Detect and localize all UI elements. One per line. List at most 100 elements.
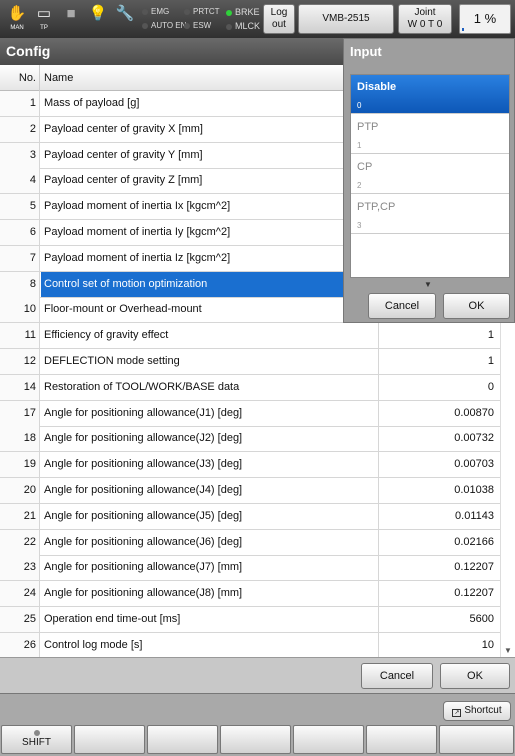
- row-name: Payload moment of inertia Iz [kgcm^2]: [44, 251, 231, 264]
- option-item[interactable]: Disable 0: [351, 75, 509, 114]
- row-number: 18: [0, 426, 40, 452]
- row-name: Payload center of gravity Y [mm]: [44, 148, 203, 161]
- column-header-no: No.: [0, 65, 40, 91]
- row-number: 4: [0, 168, 40, 194]
- popup-cancel-button[interactable]: Cancel: [368, 293, 436, 319]
- row-number: 3: [0, 142, 40, 168]
- table-row[interactable]: 11 Efficiency of gravity effect 1: [0, 323, 500, 350]
- brke-indicator: BRKE: [226, 6, 260, 18]
- cancel-button[interactable]: Cancel: [361, 663, 433, 689]
- option-value: 1: [357, 141, 362, 150]
- row-number: 1: [0, 91, 40, 116]
- row-name: Payload moment of inertia Iy [kgcm^2]: [44, 226, 231, 238]
- option-value: 2: [357, 181, 362, 190]
- row-name: Angle for positioning allowance(J8) [mm]: [44, 587, 243, 600]
- table-row[interactable]: 24 Angle for positioning allowance(J8) [m…: [0, 581, 500, 608]
- table-row[interactable]: 22 Angle for positioning allowance(J6) [d…: [0, 529, 500, 556]
- shift-key[interactable]: SHIFT: [1, 725, 72, 754]
- table-row[interactable]: 14 Restoration of TOOL/WORK/BASE data 0: [0, 374, 500, 401]
- option-item[interactable]: PTP 1: [351, 115, 509, 154]
- speed-percent-text: 1 %: [473, 11, 497, 26]
- function-key-2[interactable]: [147, 725, 218, 754]
- shift-led-icon: [33, 730, 40, 736]
- row-value[interactable]: 5600: [378, 607, 500, 632]
- dialog-button-panel: Cancel OK: [0, 657, 515, 693]
- table-row[interactable]: 20 Angle for positioning allowance(J4) [d…: [0, 478, 500, 504]
- row-name: Floor-mount or Overhead-mount: [44, 303, 202, 316]
- row-number: 23: [0, 555, 40, 581]
- row-number: 2: [0, 116, 40, 142]
- row-name: Operation end time-out [ms]: [44, 613, 181, 625]
- table-row[interactable]: 26 Control log mode [s] 10: [0, 632, 500, 657]
- row-number: 10: [0, 297, 40, 323]
- option-item[interactable]: CP 2: [351, 155, 509, 194]
- scroll-down-arrow-icon[interactable]: ▼: [504, 646, 512, 655]
- row-value[interactable]: 0.00703: [378, 452, 500, 478]
- row-value[interactable]: 1: [378, 349, 500, 374]
- table-row[interactable]: 12 DEFLECTION mode setting 1: [0, 349, 500, 375]
- option-item[interactable]: PTP,CP 3: [351, 195, 509, 234]
- table-row[interactable]: 17 Angle for positioning allowance(J1) [d…: [0, 400, 500, 427]
- manual-mode-hand-icon[interactable]: ✋ MAN: [4, 4, 30, 34]
- row-number: 21: [0, 503, 40, 529]
- speed-override-display[interactable]: 1 %: [459, 4, 511, 34]
- row-name: Angle for positioning allowance(J4) [deg…: [44, 484, 243, 496]
- ok-button[interactable]: OK: [440, 663, 510, 689]
- lightbulb-icon[interactable]: 💡: [85, 4, 111, 34]
- row-name: Angle for positioning allowance(J5) [deg…: [44, 509, 243, 522]
- table-row[interactable]: 21 Angle for positioning allowance(J5) [d…: [0, 503, 500, 530]
- row-number: 12: [0, 349, 40, 374]
- option-label: Disable: [357, 81, 397, 93]
- stop-square-icon[interactable]: ■: [58, 4, 84, 34]
- row-name: DEFLECTION mode setting: [44, 355, 180, 367]
- row-value[interactable]: 0.12207: [378, 581, 500, 607]
- logout-button[interactable]: Log out: [263, 4, 295, 34]
- function-key-4[interactable]: [293, 725, 364, 754]
- function-key-6[interactable]: [439, 725, 514, 754]
- wrench-icon[interactable]: 🔧: [112, 4, 138, 34]
- row-name: Restoration of TOOL/WORK/BASE data: [44, 380, 240, 393]
- row-value[interactable]: 0.00870: [378, 400, 500, 426]
- row-value[interactable]: 0: [378, 374, 500, 400]
- row-value[interactable]: 0.01143: [378, 503, 500, 529]
- row-name: Angle for positioning allowance(J7) [mm]: [44, 561, 243, 574]
- row-value[interactable]: 10: [378, 632, 500, 657]
- input-popup: Input Disable 0 PTP 1 CP 2 PTP,CP 3 ▼ Cancel OK: [343, 38, 515, 323]
- row-value[interactable]: 0.02166: [378, 529, 500, 555]
- list-scroll-down-icon[interactable]: ▼: [424, 280, 432, 289]
- row-number: 24: [0, 581, 40, 607]
- row-number: 5: [0, 194, 40, 220]
- joint-coordinate-button[interactable]: Joint W 0 T 0: [398, 4, 452, 34]
- teach-pendant-icon[interactable]: ▭ TP: [31, 4, 57, 34]
- row-value[interactable]: 0.00732: [378, 426, 500, 452]
- row-number: 17: [0, 400, 40, 426]
- function-key-1[interactable]: [74, 725, 145, 754]
- row-name: Angle for positioning allowance(J3) [deg…: [44, 458, 243, 471]
- table-row[interactable]: 25 Operation end time-out [ms] 5600: [0, 607, 500, 633]
- speed-level-bar: [462, 28, 464, 31]
- table-row[interactable]: 19 Angle for positioning allowance(J3) [d…: [0, 452, 500, 479]
- popup-ok-button[interactable]: OK: [443, 293, 510, 319]
- tp-label: TP: [40, 25, 48, 31]
- function-key-5[interactable]: [366, 725, 437, 754]
- row-value[interactable]: 0.01038: [378, 478, 500, 503]
- option-value: 3: [357, 221, 362, 230]
- row-name: Angle for positioning allowance(J2) [deg…: [44, 432, 243, 445]
- table-row[interactable]: 18 Angle for positioning allowance(J2) [d…: [0, 426, 500, 453]
- option-list: Disable 0 PTP 1 CP 2 PTP,CP 3: [350, 74, 510, 278]
- emg-indicator: EMG: [142, 6, 169, 18]
- prtct-indicator: PRTCT: [184, 6, 220, 18]
- top-status-bar: ✋ MAN ▭ TP ■ 💡 🔧 EMG AUTO EN PRTCT ESW BRK…: [0, 0, 515, 38]
- function-key-3[interactable]: [220, 725, 291, 754]
- row-number: 6: [0, 220, 40, 245]
- row-value[interactable]: 0.12207: [378, 555, 500, 581]
- table-row[interactable]: 23 Angle for positioning allowance(J7) [m…: [0, 555, 500, 582]
- row-name: Mass of payload [g]: [44, 97, 140, 109]
- auto-en-indicator: AUTO EN: [142, 20, 186, 32]
- row-value[interactable]: 1: [378, 323, 500, 349]
- row-name: Control set of motion optimization: [44, 277, 208, 290]
- row-name: Payload moment of inertia Ix [kgcm^2]: [44, 200, 231, 213]
- shortcut-button[interactable]: ↗ Shortcut: [443, 701, 511, 721]
- option-label: PTP: [357, 121, 379, 133]
- robot-model-button[interactable]: VMB-2515: [298, 4, 394, 34]
